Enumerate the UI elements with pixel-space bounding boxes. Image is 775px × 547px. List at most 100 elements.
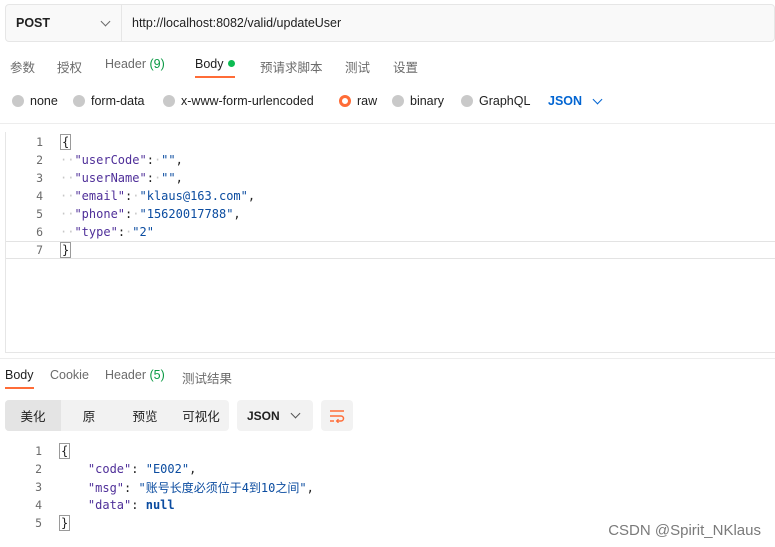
json-key: "userName" [74,171,147,185]
body-language-select[interactable]: JSON [548,94,603,108]
radio-form-data[interactable]: form-data [73,94,145,108]
radio-graphql[interactable]: GraphQL [461,94,530,108]
json-value: null [145,498,175,512]
line-number: 3 [36,171,43,185]
radio-circle-icon [461,95,473,107]
chevron-down-icon [290,408,301,419]
code-line: 1 { [5,442,775,460]
chevron-down-icon [100,16,111,26]
radio-label: raw [357,94,378,108]
code-line-current: 7 } [6,241,775,259]
tab-settings[interactable]: 设置 [393,57,418,76]
url-input[interactable]: http://localhost:8082/valid/updateUser [122,5,341,41]
json-key: "userCode" [74,153,147,167]
line-number: 5 [36,207,43,221]
view-visualize-button[interactable]: 可视化 [173,400,229,431]
tab-label: 参数 [10,61,36,75]
code-line: 3 ··"userName":·"", [6,169,775,187]
json-comma: , [233,207,241,221]
chevron-down-icon [592,94,603,104]
tab-label: Cookie [50,368,89,382]
tab-tests[interactable]: 测试 [345,57,370,76]
radio-urlencoded[interactable]: x-www-form-urlencoded [163,94,314,108]
json-value: "2" [132,225,154,239]
tab-params[interactable]: 参数 [10,57,35,76]
tab-label: 测试结果 [182,372,233,386]
response-format-label: JSON [247,408,280,423]
divider [0,358,775,359]
radio-circle-icon [12,95,24,107]
url-text: http://localhost:8082/valid/updateUser [132,16,342,30]
code-line: 2 "code": "E002", [5,460,775,478]
radio-circle-icon [163,95,175,107]
json-key: "code" [87,462,132,476]
radio-binary[interactable]: binary [392,94,444,108]
line-number: 2 [36,153,43,167]
json-value: "E002" [145,462,190,476]
method-select[interactable]: POST [6,5,122,41]
json-comma: , [175,171,183,185]
radio-label: GraphQL [479,94,531,108]
radio-none[interactable]: none [12,94,58,108]
json-value: "15620017788" [139,207,234,221]
radio-label: x-www-form-urlencoded [181,94,314,108]
view-raw-button[interactable]: 原 [61,400,117,431]
tab-headers[interactable]: Header (9) [105,57,165,71]
code-line: 6 ··"type":·"2" [6,223,775,241]
radio-label: none [30,94,58,108]
code-line: 1 { [6,133,775,151]
open-brace: { [60,134,72,150]
tab-prerequest-script[interactable]: 预请求脚本 [260,57,323,76]
json-key: "email" [74,189,126,203]
json-key: "phone" [74,207,126,221]
watermark: CSDN @Spirit_NKlaus [608,522,761,539]
wrap-lines-button[interactable] [321,400,353,431]
view-pretty-button[interactable]: 美化 [5,400,61,431]
line-number: 1 [35,444,42,458]
json-comma: , [175,153,183,167]
tab-label: 授权 [57,61,83,75]
radio-label: form-data [91,94,145,108]
line-number: 3 [35,480,42,494]
radio-selected-icon [339,95,351,107]
method-label: POST [16,16,51,30]
view-mode-bar: 美化 原 预览 可视化 [5,400,229,431]
code-line: 4 ··"email":·"klaus@163.com", [6,187,775,205]
tab-auth[interactable]: 授权 [57,57,82,76]
wrap-lines-icon [330,409,345,423]
tab-response-body[interactable]: Body [5,368,34,389]
radio-circle-icon [392,95,404,107]
view-preview-button[interactable]: 预览 [117,400,173,431]
url-bar: POST http://localhost:8082/valid/updateU… [5,4,775,42]
line-number: 4 [36,189,43,203]
tab-body[interactable]: Body [195,57,235,78]
json-value: "" [161,171,176,185]
close-brace: } [59,515,71,531]
code-line: 3 "msg": "账号长度必须位于4到10之间", [5,478,775,496]
tab-label: Header [105,57,146,71]
line-number: 4 [35,498,42,512]
tab-label: 测试 [345,61,371,75]
tab-test-results[interactable]: 测试结果 [182,368,232,387]
json-key: "msg" [87,480,125,495]
close-brace: } [60,242,72,258]
tab-label: Body [5,368,34,382]
open-brace: { [59,443,71,459]
json-value: "账号长度必须位于4到10之间" [138,480,307,495]
tab-response-cookie[interactable]: Cookie [50,368,89,382]
tab-response-headers[interactable]: Header (5) [105,368,165,382]
tab-label: Header [105,368,146,382]
line-number: 1 [36,135,43,149]
line-number: 6 [36,225,43,239]
json-key: "data" [87,498,132,512]
line-number: 2 [35,462,42,476]
request-body-editor[interactable]: 1 { 2 ··"userCode":·"", 3 ··"userName":·… [5,132,775,353]
json-value: "" [161,153,176,167]
json-comma: , [247,189,256,203]
json-comma: , [189,462,197,476]
response-format-select[interactable]: JSON [237,400,313,431]
radio-circle-icon [73,95,85,107]
radio-raw[interactable]: raw [339,94,377,108]
json-comma: , [306,480,314,495]
request-tabs: 参数 授权 Header (9) Body 预请求脚本 测试 设置 [0,57,775,79]
